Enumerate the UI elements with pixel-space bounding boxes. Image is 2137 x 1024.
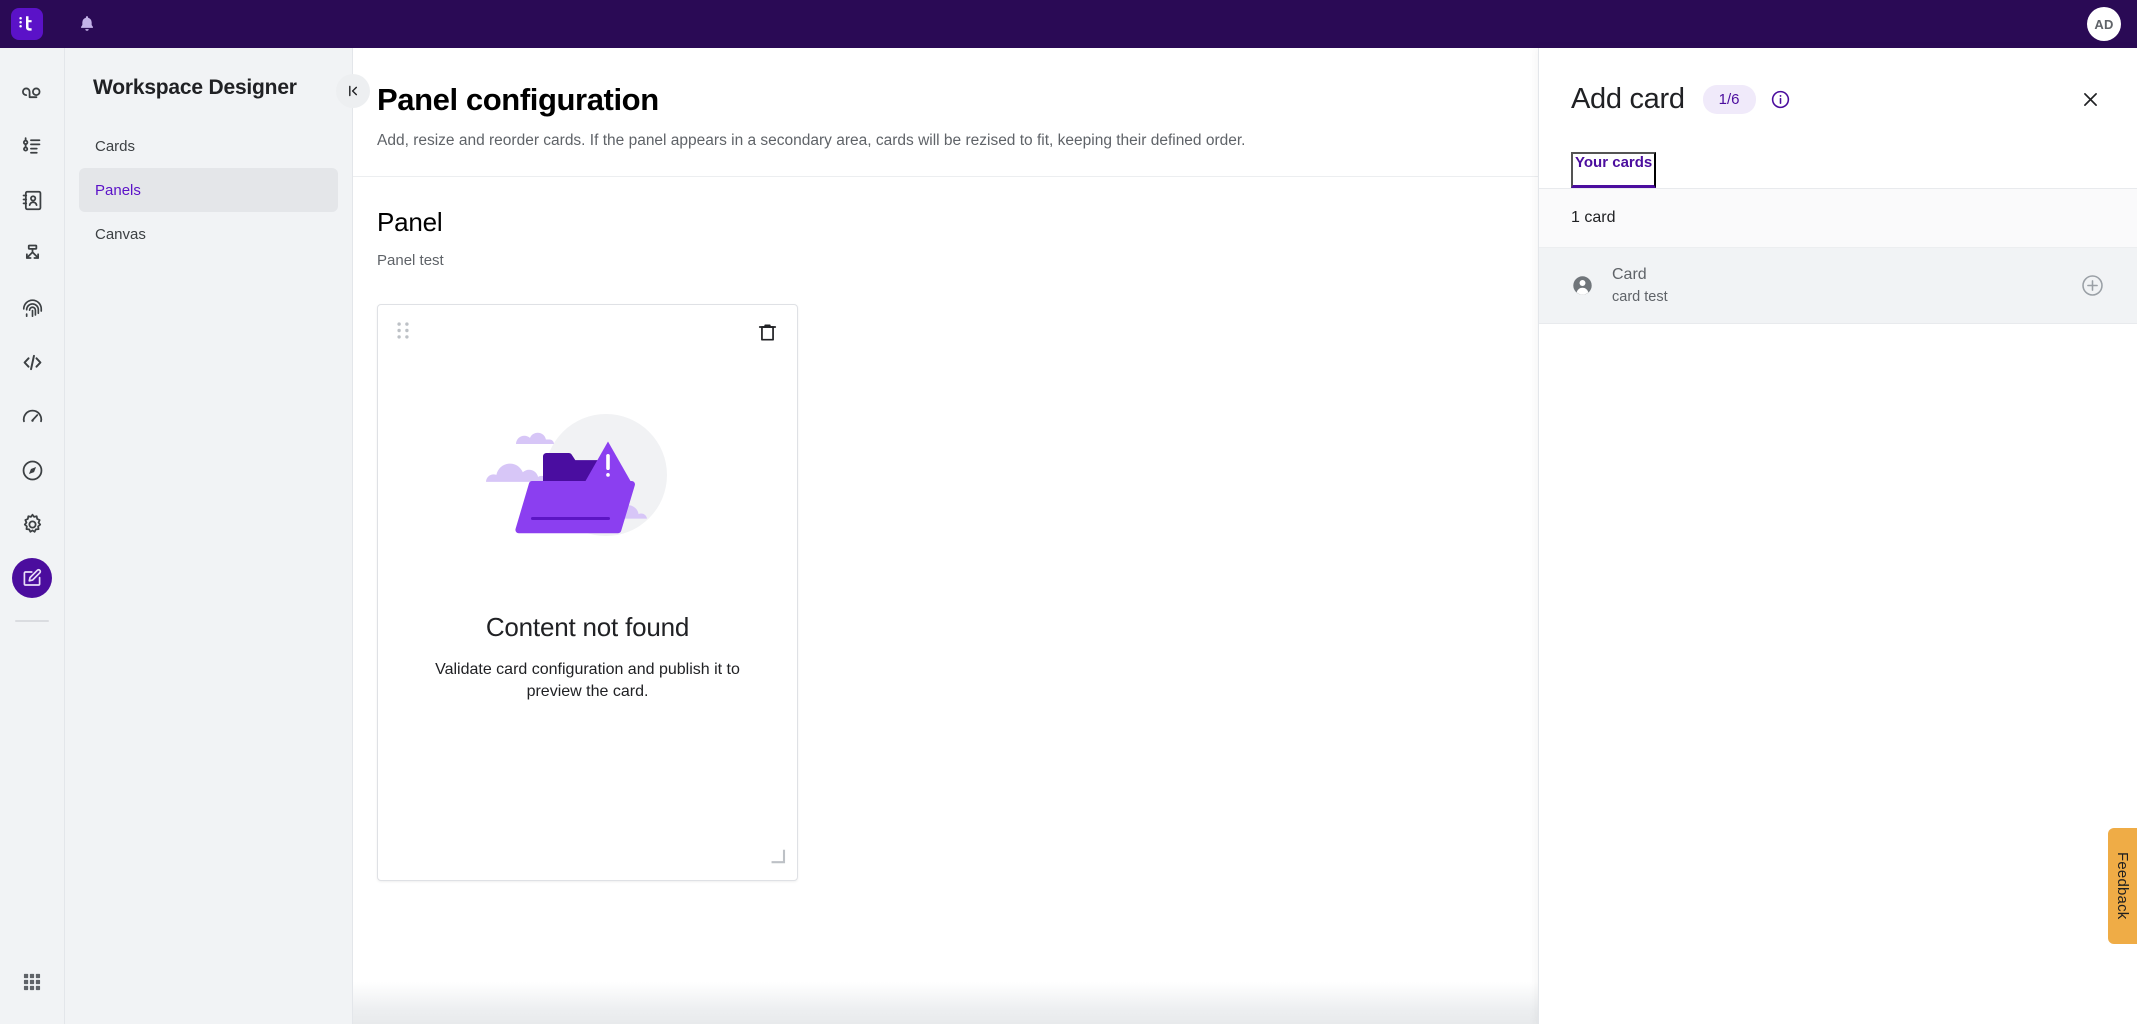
fingerprint-icon[interactable] bbox=[12, 288, 52, 328]
preview-card[interactable]: Content not found Validate card configur… bbox=[377, 304, 798, 881]
person-icon bbox=[1571, 274, 1594, 297]
main-subtitle: Add, resize and reorder cards. If the pa… bbox=[377, 132, 1246, 149]
drag-handle-icon[interactable] bbox=[396, 321, 410, 345]
sidebar-item-label: Panels bbox=[95, 181, 141, 199]
panel-canvas: Content not found Validate card configur… bbox=[353, 269, 1538, 881]
code-icon[interactable] bbox=[12, 342, 52, 382]
plus-circle-icon[interactable] bbox=[2080, 273, 2105, 298]
rail-divider bbox=[15, 620, 49, 622]
apps-grid-icon[interactable] bbox=[12, 962, 52, 1002]
app-logo-icon[interactable] bbox=[11, 8, 43, 40]
secondary-nav: Workspace Designer Cards Panels Canvas bbox=[65, 48, 353, 1024]
preview-card-body: Content not found Validate card configur… bbox=[378, 351, 797, 702]
avatar[interactable]: AD bbox=[2087, 7, 2121, 41]
feedback-label: Feedback bbox=[2114, 852, 2131, 920]
drawer-header: Add card 1/6 bbox=[1539, 48, 2137, 116]
feedback-tab[interactable]: Feedback bbox=[2108, 828, 2137, 944]
card-list-header: 1 card bbox=[1539, 189, 2137, 248]
tab-your-cards[interactable]: Your cards bbox=[1571, 152, 1657, 188]
main-content: Panel configuration Add, resize and reor… bbox=[353, 48, 1538, 1024]
sidebar-item-workspace-designer[interactable] bbox=[12, 558, 52, 598]
empty-state-description: Validate card configuration and publish … bbox=[435, 661, 740, 700]
drawer-tabs: Your cards bbox=[1539, 152, 2137, 189]
loop-icon[interactable] bbox=[12, 72, 52, 112]
close-icon[interactable] bbox=[2073, 82, 2107, 116]
folder-warning-illustration bbox=[485, 397, 690, 568]
bell-icon[interactable] bbox=[70, 7, 104, 41]
list-item[interactable]: Card card test bbox=[1539, 248, 2137, 324]
gear-icon[interactable] bbox=[12, 504, 52, 544]
preview-card-toolbar bbox=[378, 305, 797, 351]
top-bar: AD bbox=[0, 0, 2137, 48]
flow-branch-icon[interactable] bbox=[12, 234, 52, 274]
compass-icon[interactable] bbox=[12, 450, 52, 490]
sidebar-item-canvas[interactable]: Canvas bbox=[79, 212, 338, 256]
main-header: Panel configuration Add, resize and reor… bbox=[353, 48, 1538, 177]
resize-corner-icon[interactable] bbox=[771, 849, 786, 869]
list-item-subtitle: card test bbox=[1612, 289, 1668, 305]
content-bottom-shadow bbox=[353, 982, 1538, 1024]
info-icon[interactable] bbox=[1770, 89, 1791, 110]
add-card-drawer: Add card 1/6 Your cards 1 card Card card… bbox=[1538, 48, 2137, 1024]
collapse-left-icon[interactable] bbox=[336, 74, 370, 108]
panel-section: Panel Panel test bbox=[353, 177, 1538, 269]
panel-description: Panel test bbox=[377, 252, 444, 269]
list-item-title: Card bbox=[1612, 266, 1647, 283]
list-icon[interactable] bbox=[12, 126, 52, 166]
trash-icon[interactable] bbox=[756, 321, 779, 344]
sidebar-item-panels[interactable]: Panels bbox=[79, 168, 338, 212]
status-badge: 1/6 bbox=[1702, 84, 1756, 114]
panel-name: Panel bbox=[377, 207, 443, 237]
gauge-icon[interactable] bbox=[12, 396, 52, 436]
main-title: Panel configuration bbox=[377, 82, 659, 117]
icon-rail bbox=[0, 48, 65, 1024]
sidebar-item-cards[interactable]: Cards bbox=[79, 124, 338, 168]
sidebar-item-label: Canvas bbox=[95, 225, 146, 243]
contact-book-icon[interactable] bbox=[12, 180, 52, 220]
sidebar-item-label: Cards bbox=[95, 137, 136, 155]
drawer-title: Add card bbox=[1571, 82, 1685, 115]
list-item-text: Card card test bbox=[1612, 266, 2080, 305]
secondary-nav-list: Cards Panels Canvas bbox=[65, 124, 352, 256]
page-title: Workspace Designer bbox=[93, 76, 297, 99]
empty-state-title: Content not found bbox=[485, 612, 690, 642]
